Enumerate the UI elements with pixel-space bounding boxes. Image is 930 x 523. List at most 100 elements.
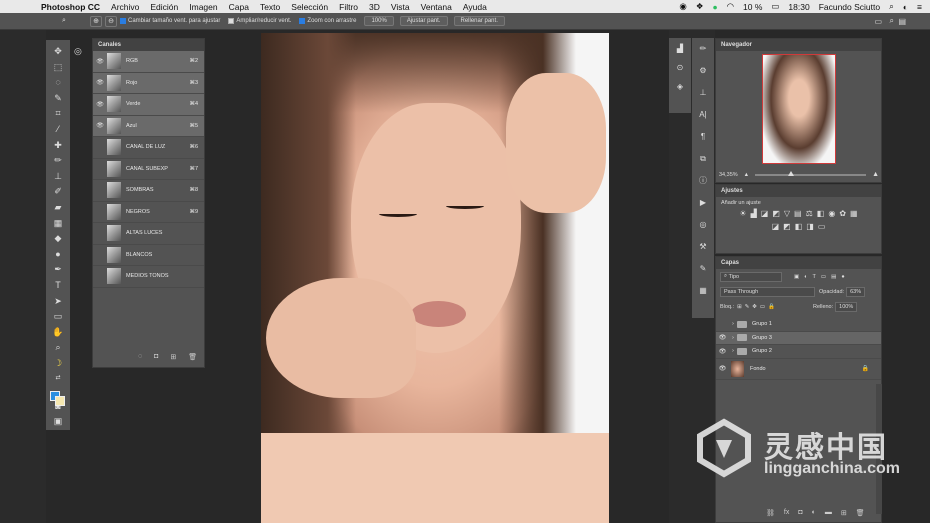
threshold-icon[interactable]: ◧ [795, 222, 803, 231]
visibility-eye-icon[interactable]: 👁 [716, 365, 729, 372]
spotlight-icon[interactable]: ⌕ [889, 1, 894, 12]
channel-row[interactable]: 👁 Rojo ⌘3 [93, 72, 204, 94]
zoom-slider-handle[interactable] [788, 170, 795, 176]
adjustments-title[interactable]: Ajustes [716, 185, 881, 197]
invert-icon[interactable]: ◪ [772, 222, 780, 231]
visibility-eye-icon[interactable]: 👁 [93, 122, 107, 129]
exposure-icon[interactable]: ◩ [772, 209, 780, 218]
channel-row[interactable]: 👁 RGB ⌘2 [93, 51, 204, 73]
new-channel-icon[interactable]: ⊞ [170, 353, 176, 361]
menu-vista[interactable]: Vista [391, 2, 410, 12]
blend-mode-dropdown[interactable]: Pass Through [720, 286, 815, 297]
paragraph-icon[interactable]: ¶ [696, 130, 710, 144]
document-image[interactable] [261, 33, 609, 523]
filter-shape-icon[interactable]: ▭ [821, 274, 826, 280]
scrubby-zoom-checkbox[interactable]: Zoom con arrastre [299, 18, 356, 24]
histogram-icon[interactable]: ▟ [673, 42, 687, 56]
healing-tool-icon[interactable]: ✚ [51, 138, 65, 152]
crop-tool-icon[interactable]: ⌗ [51, 106, 65, 120]
layer-filter-dropdown[interactable]: ⌕ Tipo [720, 271, 782, 282]
menu-capa[interactable]: Capa [229, 2, 249, 12]
zoom-out-icon[interactable]: ⊖ [105, 15, 117, 27]
search-icon[interactable]: ⌕ [890, 16, 894, 26]
clock[interactable]: 18:30 [788, 2, 809, 12]
gradient-tool-icon[interactable]: ▦ [51, 216, 65, 230]
channel-mixer-icon[interactable]: ✿ [839, 209, 846, 218]
path-select-tool-icon[interactable]: ➤ [51, 294, 65, 308]
zoom-100-button[interactable]: 100% [364, 16, 394, 26]
menu-ventana[interactable]: Ventana [421, 2, 452, 12]
info-icon[interactable]: ⓘ [696, 174, 710, 188]
stamp-tool-icon[interactable]: ⊥ [51, 169, 65, 183]
save-selection-icon[interactable]: ◘ [154, 353, 158, 361]
delete-layer-icon[interactable]: 🗑 [856, 509, 865, 517]
new-group-icon[interactable]: ▬ [825, 509, 832, 517]
visibility-eye-icon[interactable]: 👁 [93, 58, 107, 65]
channel-row[interactable]: BLANCOS [93, 245, 204, 266]
brightness-icon[interactable]: ☀ [739, 209, 746, 218]
selective-color-icon[interactable]: ◨ [806, 222, 814, 231]
layer-comps-icon[interactable]: ⧉ [696, 152, 710, 166]
layers-title[interactable]: Capas [716, 257, 881, 269]
screen-mode-icon[interactable]: ▣ [51, 414, 65, 428]
expand-arrow-icon[interactable]: › [729, 348, 737, 354]
workspace-icon[interactable]: ▭ [874, 17, 882, 26]
photo-filter-icon[interactable]: ◉ [828, 209, 835, 218]
properties-icon[interactable]: ⚒ [696, 240, 710, 254]
filter-toggle[interactable]: ● [841, 274, 844, 280]
wifi-icon[interactable]: ◠ [727, 1, 734, 12]
menu-3d[interactable]: 3D [369, 2, 380, 12]
user-name[interactable]: Facundo Sciutto [819, 2, 880, 12]
lock-all-icon[interactable]: 🔒 [768, 304, 775, 310]
pen-tool-icon[interactable]: ✒ [51, 262, 65, 276]
posterize-icon[interactable]: ◩ [783, 222, 791, 231]
styles-icon[interactable]: ▦ [696, 284, 710, 298]
lock-transparent-icon[interactable]: ⊞ [737, 304, 742, 310]
channel-row[interactable]: SOMBRAS ⌘8 [93, 180, 204, 202]
visibility-eye-icon[interactable]: 👁 [93, 79, 107, 86]
menu-texto[interactable]: Texto [260, 2, 280, 12]
layer-name[interactable]: Grupo 1 [752, 321, 772, 327]
shape-tool-icon[interactable]: ▭ [51, 309, 65, 323]
eyedropper-tool-icon[interactable]: ⁄ [51, 122, 65, 136]
battery-icon[interactable]: ▭ [771, 1, 779, 12]
menu-ayuda[interactable]: Ayuda [463, 2, 487, 12]
color-lookup-icon[interactable]: ▦ [850, 209, 858, 218]
channel-row[interactable]: NEGROS ⌘9 [93, 202, 204, 223]
layer-row-group[interactable]: › Grupo 1 [716, 318, 881, 332]
quick-select-tool-icon[interactable]: ✎ [51, 91, 65, 105]
vibrance-icon[interactable]: ▽ [784, 209, 790, 218]
menu-imagen[interactable]: Imagen [189, 2, 217, 12]
menu-filtro[interactable]: Filtro [339, 2, 358, 12]
black-white-icon[interactable]: ◧ [817, 209, 825, 218]
lock-artboard-icon[interactable]: ▭ [760, 304, 765, 310]
filter-pixel-icon[interactable]: ▣ [794, 274, 799, 280]
marquee-tool-icon[interactable]: ⬚ [51, 60, 65, 74]
paths-icon[interactable]: ✎ [696, 262, 710, 276]
app-name[interactable]: Photoshop CC [41, 2, 100, 12]
channels-title[interactable]: Canales [93, 39, 204, 51]
zoom-out-mountain-icon[interactable]: ▲ [744, 172, 749, 178]
lock-position-icon[interactable]: ✥ [752, 304, 757, 310]
hand-tool-icon[interactable]: ✋ [51, 325, 65, 339]
history-brush-tool-icon[interactable]: ✐ [51, 184, 65, 198]
visibility-eye-icon[interactable]: 👁 [716, 334, 729, 341]
new-adjustment-icon[interactable]: ◐ [812, 509, 816, 517]
color-balance-icon[interactable]: ⚖ [806, 209, 813, 218]
resize-windows-checkbox[interactable]: Cambiar tamaño vent. para ajustar [120, 18, 220, 24]
menu-edicion[interactable]: Edición [150, 2, 178, 12]
load-selection-icon[interactable]: ◌ [138, 353, 142, 361]
channel-row[interactable]: 👁 Azul ⌘5 [93, 115, 204, 137]
levels-icon[interactable]: ▟ [751, 209, 757, 218]
move-tool-icon[interactable]: ✥ [51, 44, 65, 58]
zoom-tool-icon[interactable]: ⌕ [58, 16, 70, 27]
eraser-tool-icon[interactable]: ▰ [51, 200, 65, 214]
clone-source-icon[interactable]: ⊥ [696, 86, 710, 100]
fx-icon[interactable]: fx [784, 509, 789, 517]
3d-icon[interactable]: ◈ [673, 80, 687, 94]
navigator-zoom-value[interactable]: 34,35% [719, 172, 738, 178]
zoom-in-mountain-icon[interactable]: ▲ [872, 171, 879, 178]
type-tool-icon[interactable]: T [51, 278, 65, 292]
layer-row-fondo[interactable]: 👁 Fondo 🔒 [716, 359, 881, 380]
fit-screen-button[interactable]: Ajustar pant. [399, 16, 448, 26]
